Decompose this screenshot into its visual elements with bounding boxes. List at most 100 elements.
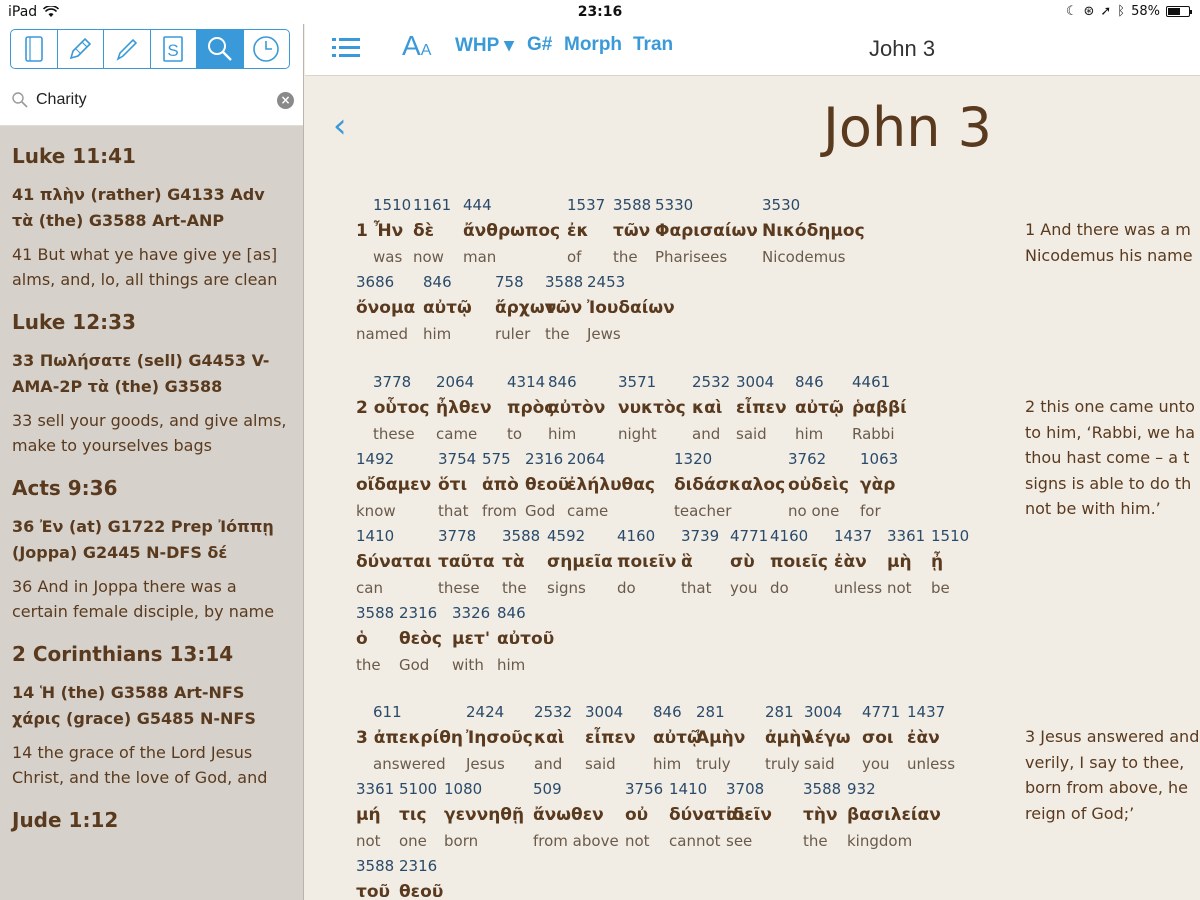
greek-word[interactable]: σοι (862, 725, 900, 751)
strongs-number[interactable]: 2424 (466, 700, 533, 725)
strongs-number[interactable]: 1437 (834, 524, 882, 549)
interlinear-word[interactable]: 2316 θεοῦ (399, 854, 443, 900)
contents-list-icon[interactable] (332, 37, 360, 59)
search-result[interactable]: Jude 1:12 (12, 808, 291, 832)
strongs-number[interactable]: 1510 (356, 193, 411, 218)
strongs-number[interactable]: 2532 (692, 370, 730, 395)
greek-word[interactable]: μή (356, 802, 394, 828)
interlinear-word[interactable]: 3778 2 οὗτος these (356, 370, 430, 447)
strongs-number[interactable]: 3756 (625, 777, 663, 802)
greek-word[interactable]: οἴδαμεν (356, 472, 431, 498)
strongs-number[interactable]: 5100 (399, 777, 437, 802)
greek-word[interactable]: σημεῖα (547, 549, 613, 575)
greek-word[interactable]: αὐτῷ (653, 725, 702, 751)
greek-word[interactable]: διδάσκαλος (674, 472, 785, 498)
greek-word[interactable]: μὴ (887, 549, 925, 575)
strongs-number-toggle[interactable]: G# (527, 34, 552, 56)
greek-word[interactable]: ταῦτα (438, 549, 495, 575)
greek-word[interactable]: δὲ (413, 218, 451, 244)
interlinear-word[interactable]: 1437 ἐὰν unless (834, 524, 882, 601)
greek-word[interactable]: δύναται (356, 549, 432, 575)
interlinear-word[interactable]: 3004 εἶπεν said (585, 700, 636, 777)
greek-word[interactable]: ἐὰν (907, 725, 955, 751)
strongs-number[interactable]: 3588 (356, 601, 394, 626)
interlinear-word[interactable]: 575 ἀπὸ from (482, 447, 519, 524)
greek-word[interactable]: αὐτὸν (548, 395, 605, 421)
interlinear-word[interactable]: 1437 ἐὰν unless (907, 700, 955, 777)
strongs-number[interactable]: 1537 (567, 193, 605, 218)
interlinear-word[interactable]: 3588 τῶν the (613, 193, 651, 270)
greek-word[interactable]: καὶ (692, 395, 730, 421)
history-tab[interactable] (244, 30, 290, 68)
greek-word[interactable]: ᾖ (931, 549, 969, 575)
interlinear-word[interactable]: 3708 ἰδεῖν see (726, 777, 772, 854)
greek-word[interactable]: ποιεῖς (770, 549, 828, 575)
interlinear-word[interactable]: 2453 Ἰουδαίων Jews (587, 270, 675, 347)
interlinear-word[interactable]: 3756 οὐ not (625, 777, 663, 854)
strongs-number[interactable]: 2316 (399, 854, 443, 879)
interlinear-word[interactable]: 846 αὐτῷ him (423, 270, 472, 347)
result-reference[interactable]: Jude 1:12 (12, 808, 291, 832)
interlinear-word[interactable]: 611 3 ἀπεκρίθη answered (356, 700, 463, 777)
interlinear-word[interactable]: 281 Ἀμὴν truly (696, 700, 745, 777)
interlinear-word[interactable]: 444 ἄνθρωπος man (463, 193, 560, 270)
book-tab[interactable] (11, 30, 58, 68)
interlinear-word[interactable]: 4160 ποιεῖς do (770, 524, 828, 601)
strongs-number[interactable]: 4160 (617, 524, 676, 549)
strongs-number[interactable]: 3778 (356, 370, 430, 395)
strongs-number[interactable]: 1161 (413, 193, 451, 218)
whp-dropdown[interactable]: WHP ▾ (455, 34, 514, 57)
interlinear-word[interactable]: 1510 1 Ἦν was (356, 193, 411, 270)
strongs-number[interactable]: 3588 (613, 193, 651, 218)
strongs-number[interactable]: 2316 (399, 601, 442, 626)
greek-word[interactable]: οὐ (625, 802, 663, 828)
interlinear-word[interactable]: 4771 σοι you (862, 700, 900, 777)
strongs-number[interactable]: 3778 (438, 524, 495, 549)
interlinear-word[interactable]: 3762 οὐδεὶς no one (788, 447, 849, 524)
greek-word[interactable]: λέγω (804, 725, 851, 751)
interlinear-word[interactable]: 5100 τις one (399, 777, 437, 854)
interlinear-word[interactable]: 4160 ποιεῖν do (617, 524, 676, 601)
greek-word[interactable]: τοῦ (356, 879, 394, 900)
interlinear-word[interactable]: 3754 ὅτι that (438, 447, 476, 524)
strongs-number[interactable]: 2453 (587, 270, 675, 295)
interlinear-word[interactable]: 846 αὐτῷ him (795, 370, 844, 447)
greek-word[interactable]: βασιλείαν (847, 802, 941, 828)
strongs-number[interactable]: 3361 (356, 777, 394, 802)
strongs-number[interactable]: 1510 (931, 524, 969, 549)
greek-word[interactable]: ἦλθεν (436, 395, 492, 421)
strongs-number[interactable]: 2064 (436, 370, 492, 395)
strongs-number[interactable]: 3762 (788, 447, 849, 472)
strongs-number[interactable]: 846 (423, 270, 472, 295)
greek-word[interactable]: νυκτὸς (618, 395, 686, 421)
strongs-number[interactable]: 4771 (862, 700, 900, 725)
interlinear-word[interactable]: 1492 οἴδαμεν know (356, 447, 431, 524)
interlinear-word[interactable]: 509 ἄνωθεν from above (533, 777, 619, 854)
interlinear-word[interactable]: 3571 νυκτὸς night (618, 370, 686, 447)
greek-word[interactable]: αὐτῷ (795, 395, 844, 421)
greek-word[interactable]: Ἰουδαίων (587, 295, 675, 321)
result-reference[interactable]: Luke 12:33 (12, 310, 291, 334)
greek-word[interactable]: τῶν (613, 218, 651, 244)
interlinear-word[interactable]: 4461 ῥαββί Rabbi (852, 370, 907, 447)
strongs-number[interactable]: 2064 (567, 447, 655, 472)
strongs-number[interactable]: 4160 (770, 524, 828, 549)
result-reference[interactable]: Luke 11:41 (12, 144, 291, 168)
greek-word[interactable]: γεννηθῇ (444, 802, 524, 828)
result-reference[interactable]: Acts 9:36 (12, 476, 291, 500)
strongs-number[interactable]: 3708 (726, 777, 772, 802)
greek-word[interactable]: γὰρ (860, 472, 898, 498)
greek-word[interactable]: τὰ (502, 549, 540, 575)
greek-word[interactable]: εἶπεν (736, 395, 787, 421)
greek-word[interactable]: εἶπεν (585, 725, 636, 751)
interlinear-word[interactable]: 3361 μὴ not (887, 524, 925, 601)
greek-word[interactable]: ἰδεῖν (726, 802, 772, 828)
greek-word[interactable]: Ἰησοῦς (466, 725, 533, 751)
greek-word[interactable]: ἐκ (567, 218, 605, 244)
greek-word[interactable]: αὐτοῦ (497, 626, 554, 652)
greek-word[interactable]: καὶ (534, 725, 572, 751)
greek-word[interactable]: ἃ (681, 549, 719, 575)
interlinear-word[interactable]: 3588 τοῦ (356, 854, 394, 900)
font-size-icon[interactable]: AA (402, 30, 431, 62)
strongs-number[interactable]: 3588 (803, 777, 841, 802)
